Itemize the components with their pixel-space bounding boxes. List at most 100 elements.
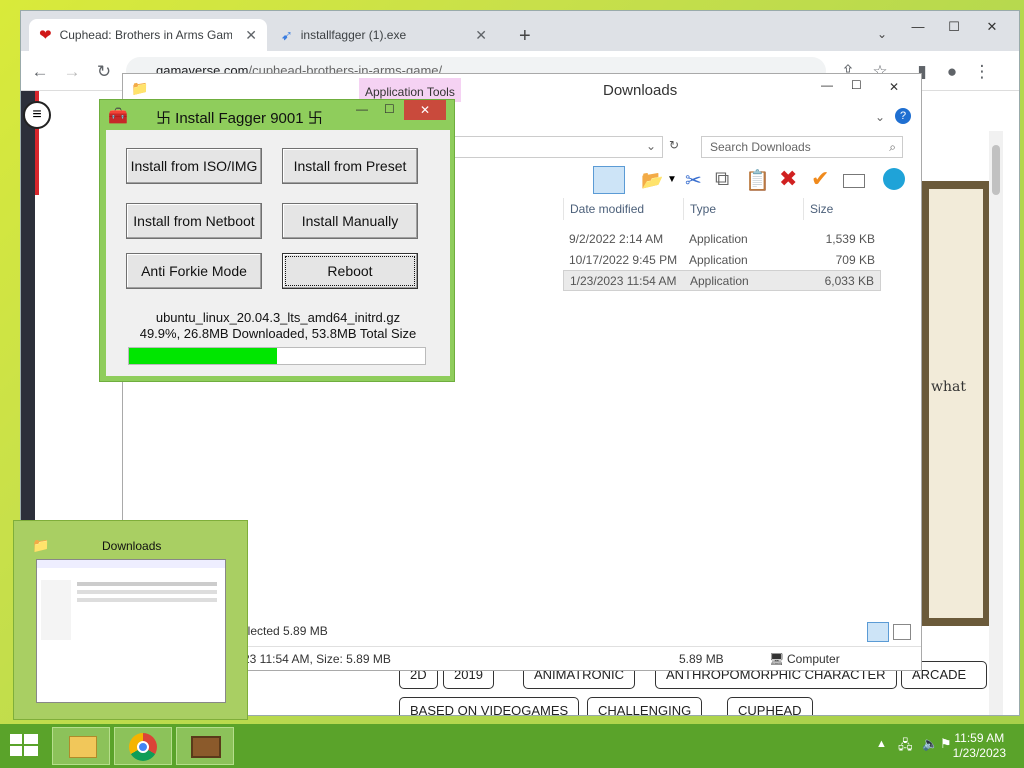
file-type: Application [690, 274, 749, 288]
tag-chip[interactable]: BASED ON VIDEOGAMES [399, 697, 580, 715]
large-icons-view-icon[interactable] [893, 624, 911, 640]
download-filename: ubuntu_linux_20.04.3_lts_amd64_initrd.gz [155, 310, 401, 325]
paste-icon[interactable]: 📋 [745, 168, 770, 193]
details-modified-size: 23 11:54 AM, Size: 5.89 MB [243, 652, 391, 666]
properties-icon[interactable] [843, 174, 865, 188]
folder-icon: 📁 [32, 537, 50, 553]
game-artwork: what [921, 181, 991, 626]
install-netboot-button[interactable]: Install from Netboot [126, 203, 262, 239]
delete-icon[interactable]: ✖ [779, 166, 797, 192]
search-downloads-field[interactable]: Search Downloads ⌕ [701, 136, 903, 158]
explorer-close-button[interactable]: ✕ [873, 76, 915, 98]
taskbar-installer-icon[interactable] [176, 727, 234, 765]
profile-avatar-icon[interactable]: ● [941, 61, 963, 83]
file-row[interactable]: 9/2/2022 2:14 AM Application 1,539 KB [563, 229, 881, 250]
tag-chip[interactable]: CUPHEAD [727, 697, 813, 715]
explorer-title: Downloads [603, 82, 678, 99]
file-row-selected[interactable]: 1/23/2023 11:54 AM Application 6,033 KB [563, 270, 881, 291]
ribbon-expand-chevron-icon[interactable]: ⌄ [875, 110, 885, 124]
tab-cuphead[interactable]: ❤ Cuphead: Brothers in Arms Game ✕ [29, 19, 267, 51]
properties-folder-icon[interactable]: 📂 [641, 170, 663, 191]
file-row[interactable]: 10/17/2022 9:45 PM Application 709 KB [563, 250, 881, 271]
tag-chip[interactable]: CHALLENGING [587, 697, 703, 715]
action-center-icon[interactable]: ⚑ [940, 736, 952, 752]
explorer-minimize-button[interactable]: — [821, 78, 833, 92]
download-favicon-icon: ➹ [281, 26, 293, 43]
installer-body: Install from ISO/IMG Install from Preset… [106, 130, 450, 376]
file-date: 1/23/2023 11:54 AM [570, 274, 677, 288]
close-window-button[interactable]: ✕ [977, 15, 1007, 39]
taskbar-clock[interactable]: 11:59 AM 1/23/2023 [953, 731, 1006, 761]
rename-check-icon[interactable]: ✔ [811, 166, 829, 192]
file-size: 709 KB [835, 253, 875, 267]
treasure-chest-icon: 🧰 [108, 108, 128, 125]
taskbar-chrome-icon[interactable] [114, 727, 172, 765]
clock-date: 1/23/2023 [952, 746, 1006, 760]
installer-close-button[interactable]: ✕ [404, 100, 446, 120]
maximize-button[interactable]: ☐ [939, 15, 969, 39]
download-progress-bar [128, 347, 426, 365]
close-tab-icon[interactable]: ✕ [245, 27, 257, 44]
install-preset-button[interactable]: Install from Preset [282, 148, 418, 184]
hamburger-menu-icon[interactable]: ≡ [23, 101, 51, 129]
installer-dialog: 🧰 卐 Install Fagger 9001 卐 — ☐ ✕ Install … [99, 99, 455, 382]
explorer-maximize-button[interactable]: ☐ [851, 78, 862, 92]
minimize-button[interactable]: — [903, 15, 933, 39]
file-date: 9/2/2022 2:14 AM [569, 232, 664, 246]
scroll-thumb[interactable] [992, 145, 1000, 195]
new-tab-button[interactable]: + [519, 25, 531, 48]
page-scrollbar[interactable] [989, 131, 1003, 715]
thumb-row [77, 582, 217, 586]
copy-icon[interactable]: ⧉ [715, 168, 729, 191]
column-size[interactable]: Size [803, 198, 883, 220]
installer-maximize-button[interactable]: ☐ [384, 102, 395, 116]
anti-forkie-button[interactable]: Anti Forkie Mode [126, 253, 262, 289]
toolbar-dropdown-icon[interactable]: ▼ [667, 174, 677, 185]
taskbar-thumbnail-preview[interactable]: 📁 Downloads [13, 520, 248, 720]
refresh-icon[interactable]: ↻ [669, 138, 679, 152]
installer-minimize-button[interactable]: — [356, 102, 368, 116]
thumb-nav-pane [41, 580, 71, 640]
file-size: 6,033 KB [824, 274, 874, 288]
search-placeholder: Search Downloads [710, 140, 811, 154]
clock-time: 11:59 AM [954, 731, 1005, 745]
heart-favicon-icon: ❤ [39, 27, 52, 44]
tray-expand-icon[interactable]: ▲ [876, 738, 887, 750]
thumbnail-title: Downloads [102, 539, 162, 553]
details-location: Computer [787, 652, 840, 666]
network-globe-icon[interactable] [883, 168, 905, 190]
layout-pane-icon[interactable] [593, 166, 625, 194]
reboot-button[interactable]: Reboot [282, 253, 418, 289]
tab-search-chevron-icon[interactable]: ⌄ [877, 27, 887, 41]
artwork-text: what [931, 379, 966, 395]
volume-tray-icon[interactable]: 🔈 [922, 736, 938, 752]
column-date-modified[interactable]: Date modified [563, 198, 683, 220]
file-type: Application [689, 232, 748, 246]
forward-arrow-icon[interactable]: → [61, 61, 83, 83]
tab-label: Cuphead: Brothers in Arms Game [59, 28, 232, 42]
details-view-icon[interactable] [867, 622, 889, 642]
details-size: 5.89 MB [679, 652, 724, 666]
thumbnail-image [36, 559, 226, 703]
column-type[interactable]: Type [683, 198, 803, 220]
windows-start-icon[interactable] [10, 734, 38, 758]
folder-quick-icon[interactable]: 📁 [131, 80, 148, 97]
download-progress-text: 49.9%, 26.8MB Downloaded, 53.8MB Total S… [139, 326, 417, 341]
taskbar-file-explorer-icon[interactable] [52, 727, 110, 765]
close-tab-icon[interactable]: ✕ [475, 27, 487, 44]
status-selected-text: elected 5.89 MB [241, 624, 328, 638]
cut-icon[interactable]: ✂ [685, 168, 702, 193]
reload-icon[interactable]: ↻ [93, 61, 115, 83]
install-manual-button[interactable]: Install Manually [282, 203, 418, 239]
taskbar: ▲ 🖧 🔈 ⚑ 11:59 AM 1/23/2023 [0, 724, 1024, 768]
tab-installer[interactable]: ➹ installfagger (1).exe ✕ [271, 19, 497, 51]
more-menu-icon[interactable]: ⋮ [971, 61, 993, 83]
tab-label: installfagger (1).exe [300, 28, 407, 42]
install-iso-button[interactable]: Install from ISO/IMG [126, 148, 262, 184]
file-size: 1,539 KB [825, 232, 875, 246]
address-dropdown-chevron-icon[interactable]: ⌄ [646, 139, 656, 153]
back-arrow-icon[interactable]: ← [29, 61, 51, 83]
computer-icon: 🖥 [769, 652, 785, 666]
network-tray-icon[interactable]: 🖧 [898, 736, 913, 758]
help-icon[interactable]: ? [895, 108, 911, 124]
